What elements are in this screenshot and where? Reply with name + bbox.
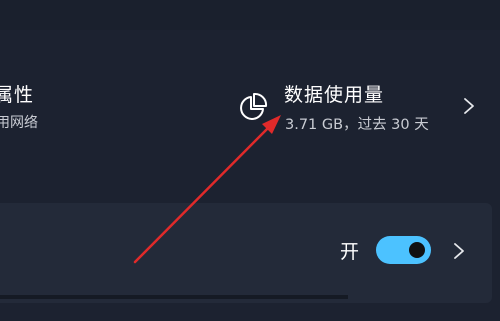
- chevron-right-icon: [464, 98, 474, 114]
- network-properties-title[interactable]: 属性: [0, 80, 34, 107]
- data-usage-title: 数据使用量: [284, 84, 385, 106]
- metered-connection-card: 开: [0, 203, 492, 303]
- data-usage-subtitle: 3.71 GB，过去 30 天: [285, 117, 429, 133]
- toggle-knob: [409, 242, 425, 258]
- header-strip: [0, 0, 500, 30]
- chevron-right-icon[interactable]: [452, 241, 466, 261]
- network-properties-subtitle: 用网络: [0, 115, 38, 131]
- data-usage-item[interactable]: 数据使用量 3.71 GB，过去 30 天: [232, 72, 500, 142]
- settings-page: 属性 用网络 数据使用量 3.71 GB，过去 30 天 开: [0, 0, 500, 321]
- metered-toggle-row: 开: [330, 233, 492, 269]
- metered-toggle-switch[interactable]: [376, 236, 431, 264]
- toggle-state-label: 开: [340, 241, 360, 263]
- divider: [0, 295, 348, 299]
- network-info-row: 属性 用网络 数据使用量 3.71 GB，过去 30 天: [0, 62, 500, 152]
- pie-chart-icon: [240, 92, 268, 120]
